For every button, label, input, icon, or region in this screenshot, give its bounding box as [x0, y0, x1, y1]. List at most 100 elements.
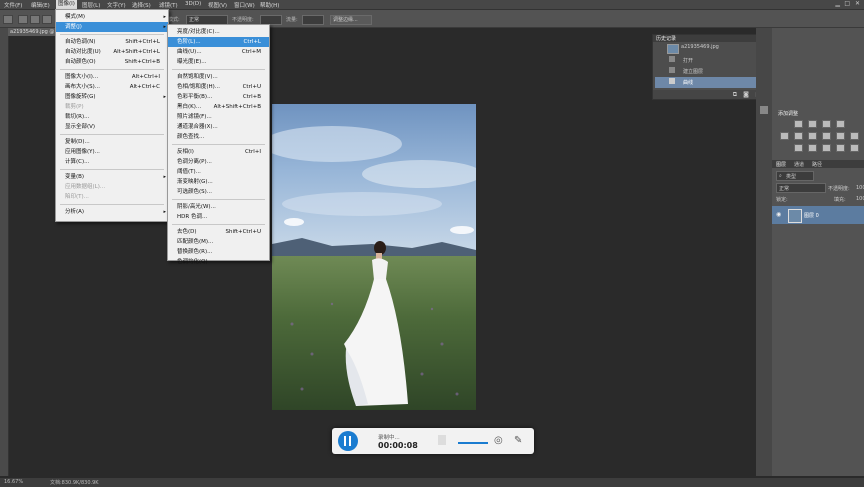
black-white-icon[interactable] [822, 132, 831, 140]
image-menu-item[interactable]: 显示全部(V) [56, 122, 168, 132]
selective-color-icon[interactable] [850, 144, 859, 152]
document-canvas[interactable] [272, 104, 476, 410]
history-step-selected[interactable]: 曲线 [655, 77, 765, 88]
adjust-menu-item[interactable]: 色阶(L)... Ctrl+L [168, 37, 269, 47]
levels-icon[interactable] [808, 120, 817, 128]
layer-opacity-value[interactable]: 100 [856, 185, 864, 191]
adjust-menu-item[interactable]: 阴影/高光(W)... [168, 202, 269, 212]
adjust-menu-item[interactable]: 匹配颜色(M)... [168, 237, 269, 247]
channel-mixer-icon[interactable] [850, 132, 859, 140]
menu-layer[interactable]: 图层(L) [82, 1, 100, 9]
vibrance-icon[interactable] [780, 132, 789, 140]
adjust-menu-item[interactable]: 去色(D) Shift+Ctrl+U [168, 227, 269, 237]
adjust-menu-item[interactable]: 曝光度(E)... [168, 57, 269, 67]
curves-icon[interactable] [822, 120, 831, 128]
image-menu-item[interactable]: 分析(A) ▸ [56, 207, 168, 217]
menu-help[interactable]: 帮助(H) [260, 1, 279, 9]
image-menu-item[interactable]: 自动色调(N) Shift+Ctrl+L [56, 37, 168, 47]
pen-icon[interactable]: ✎ [514, 435, 522, 446]
history-panel-icon[interactable] [760, 106, 768, 114]
adjust-menu-item-label: 色调分离(P)... [177, 159, 212, 165]
snapshot-thumbnail [667, 44, 679, 54]
hue-saturation-icon[interactable] [794, 132, 803, 140]
menu-image[interactable]: 图像(I) [56, 0, 77, 9]
image-menu-item[interactable]: 计算(C)... [56, 157, 168, 167]
layer-row[interactable]: ◉ 图层 0 [772, 206, 864, 224]
history-step[interactable]: 打开 [655, 55, 765, 66]
subtract-selection-icon[interactable] [42, 15, 52, 24]
menu-3d[interactable]: 3D(D) [185, 1, 201, 7]
color-balance-icon[interactable] [808, 132, 817, 140]
add-selection-icon[interactable] [30, 15, 40, 24]
gradient-map-icon[interactable] [836, 144, 845, 152]
adjust-menu-item[interactable]: 色调分离(P)... [168, 157, 269, 167]
camera-icon[interactable]: ◙ [743, 91, 749, 98]
history-step[interactable]: 建立图层 [655, 66, 765, 77]
layer-opacity-label: 不透明度: [828, 186, 850, 192]
adjust-menu-item[interactable]: 替换颜色(R)... [168, 247, 269, 257]
layer-filter-select[interactable]: ⌕ 类型 [776, 171, 814, 181]
flow-field[interactable] [302, 15, 324, 25]
image-menu-item[interactable]: 图像大小(I)... Alt+Ctrl+I [56, 72, 168, 82]
tab-layers[interactable]: 图层 [776, 161, 786, 168]
new-document-from-state-icon[interactable]: ⧉ [733, 91, 737, 99]
menu-file[interactable]: 文件(F) [4, 1, 22, 9]
adjust-menu-item[interactable]: 渐变映射(G)... [168, 177, 269, 187]
new-selection-icon[interactable] [18, 15, 28, 24]
adjust-menu-item[interactable]: 曲线(U)... Ctrl+M [168, 47, 269, 57]
image-menu-item[interactable]: 图像旋转(G) ▸ [56, 92, 168, 102]
adjust-menu-item[interactable]: 自然饱和度(V)... [168, 72, 269, 82]
minimize-icon[interactable]: ▁ [835, 0, 840, 7]
adjust-menu-item[interactable]: 亮度/对比度(C)... [168, 27, 269, 37]
adjust-menu-item[interactable]: 色彩平衡(B)... Ctrl+B [168, 92, 269, 102]
adjust-menu-item[interactable]: 色相/饱和度(H)... Ctrl+U [168, 82, 269, 92]
history-step-icon [669, 78, 675, 84]
image-menu-item[interactable]: 调整(J) ▸ [56, 22, 168, 32]
adjust-menu-item[interactable]: 通道混合器(X)... [168, 122, 269, 132]
pause-button[interactable] [338, 431, 358, 451]
refine-edge-button[interactable]: 调整边缘... [330, 15, 372, 25]
image-menu-item[interactable]: 自动对比度(U) Alt+Shift+Ctrl+L [56, 47, 168, 57]
posterize-icon[interactable] [808, 144, 817, 152]
eye-icon[interactable]: ◉ [776, 211, 781, 218]
menu-filter[interactable]: 滤镜(T) [159, 1, 178, 9]
adjust-menu-item[interactable]: 照片滤镜(F)... [168, 112, 269, 122]
image-menu-item[interactable]: 应用图像(Y)... [56, 147, 168, 157]
photo-filter-icon[interactable] [836, 132, 845, 140]
exposure-icon[interactable] [836, 120, 845, 128]
brightness-icon[interactable] [794, 120, 803, 128]
maximize-icon[interactable]: □ [844, 0, 850, 7]
image-menu-item[interactable]: 变量(B) ▸ [56, 172, 168, 182]
image-menu-item[interactable]: 画布大小(S)... Alt+Ctrl+C [56, 82, 168, 92]
adjust-menu-item[interactable]: 阈值(T)... [168, 167, 269, 177]
stop-icon[interactable] [438, 435, 446, 445]
adjust-menu-item[interactable]: 黑白(K)... Alt+Shift+Ctrl+B [168, 102, 269, 112]
invert-icon[interactable] [794, 144, 803, 152]
image-menu-item[interactable]: 裁切(R)... [56, 112, 168, 122]
image-menu-item[interactable]: 自动颜色(O) Shift+Ctrl+B [56, 57, 168, 67]
history-tab[interactable]: 历史记录 [656, 35, 676, 42]
threshold-icon[interactable] [822, 144, 831, 152]
webcam-icon[interactable]: ◎ [494, 435, 503, 446]
tab-paths[interactable]: 路径 [812, 161, 822, 168]
blend-mode-select[interactable]: 正常 [776, 183, 826, 193]
menu-view[interactable]: 视图(V) [208, 1, 227, 9]
adjust-menu-item[interactable]: 色调均化(Q) [168, 257, 269, 267]
image-menu-item[interactable]: 模式(M) ▸ [56, 12, 168, 22]
tab-channels[interactable]: 通道 [794, 161, 804, 168]
menu-window[interactable]: 窗口(W) [234, 1, 255, 9]
menu-type[interactable]: 文字(Y) [107, 1, 126, 9]
volume-slider[interactable] [458, 442, 488, 444]
tool-preset-icon[interactable] [3, 15, 13, 24]
adjust-menu-item[interactable]: HDR 色调... [168, 212, 269, 222]
history-snapshot[interactable]: a21935469.jpg [681, 44, 719, 50]
image-menu-item[interactable]: 复制(D)... [56, 137, 168, 147]
adjust-menu-item[interactable]: 颜色查找... [168, 132, 269, 142]
zoom-level[interactable]: 16.67% [4, 479, 23, 485]
menu-edit[interactable]: 编辑(E) [31, 1, 50, 9]
fill-value[interactable]: 100 [856, 196, 864, 202]
menu-select[interactable]: 选择(S) [132, 1, 151, 9]
adjust-menu-item[interactable]: 可选颜色(S)... [168, 187, 269, 197]
close-icon[interactable]: ✕ [855, 0, 860, 7]
adjust-menu-item[interactable]: 反相(I) Ctrl+I [168, 147, 269, 157]
